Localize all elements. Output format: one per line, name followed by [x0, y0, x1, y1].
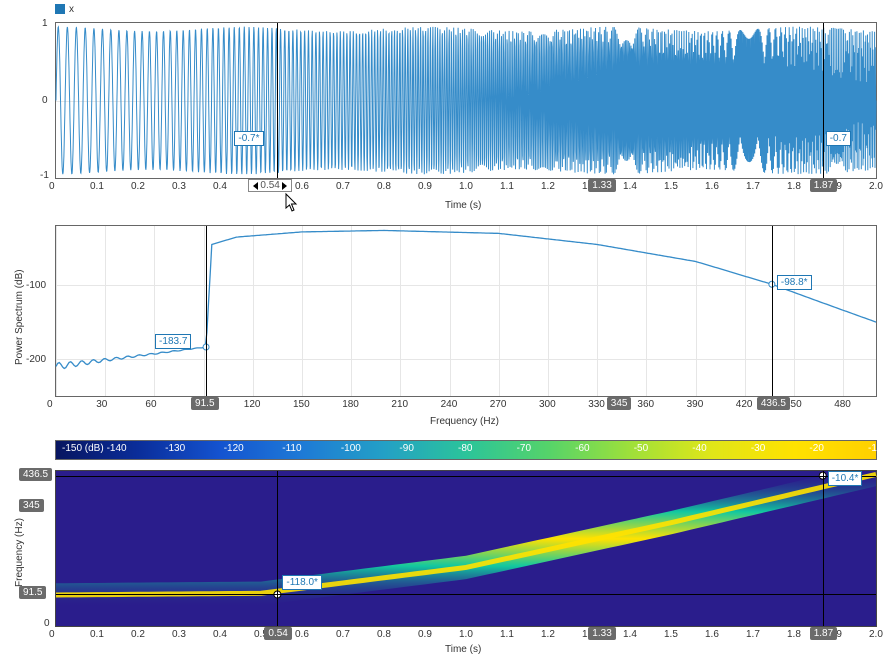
figure-root: x 1 0 -1 00.10.20.30.40.50.60.70.80.91.0… — [0, 0, 896, 661]
axis-tag: 1.33 — [588, 627, 615, 640]
panel-spectrogram: -150 (dB)-140-130-120-110-100-90-80-70-6… — [0, 432, 896, 660]
pan-left-icon[interactable] — [253, 182, 258, 190]
ytick: -200 — [26, 354, 46, 365]
axis-tag: 345 — [607, 397, 632, 410]
axis-tag: 1.87 — [810, 627, 837, 640]
axis-tag-y: 436.5 — [19, 468, 52, 481]
ytick: -1 — [40, 170, 49, 181]
legend-swatch — [55, 4, 65, 14]
freq-cursor-2[interactable] — [772, 226, 773, 396]
axis-tag-y: 91.5 — [19, 586, 46, 599]
legend-label: x — [69, 4, 74, 15]
time-cursor-2[interactable] — [823, 471, 824, 626]
panel-time-signal: x 1 0 -1 00.10.20.30.40.50.60.70.80.91.0… — [0, 0, 896, 215]
axis-tag: 1.33 — [588, 179, 615, 192]
time-cursor-2[interactable] — [823, 23, 824, 178]
freq-cursor-2[interactable] — [56, 476, 876, 477]
axis-tag: 436.5 — [757, 397, 790, 410]
axis-tag: 0.54 — [264, 627, 291, 640]
freq-cursor-1[interactable] — [206, 226, 207, 396]
ylabel-power: Power Spectrum (dB) — [14, 269, 25, 365]
legend: x — [55, 4, 74, 15]
data-tip[interactable]: -98.8* — [777, 275, 812, 290]
time-cursor-1[interactable] — [277, 23, 278, 178]
x-panner[interactable]: 0.54 — [248, 179, 291, 192]
colorbar[interactable]: -150 (dB)-140-130-120-110-100-90-80-70-6… — [55, 440, 877, 460]
axis-tag: 91.5 — [191, 397, 218, 410]
data-tip[interactable]: -10.4* — [828, 471, 863, 486]
axes-time[interactable] — [55, 22, 877, 179]
time-cursor-1[interactable] — [277, 471, 278, 626]
data-tip[interactable]: -183.7 — [155, 334, 191, 349]
spectrogram-ridge — [56, 471, 876, 626]
axes-spectrogram[interactable] — [55, 470, 877, 627]
ytick: 0 — [44, 618, 50, 629]
pan-value: 0.54 — [260, 180, 279, 191]
pan-right-icon[interactable] — [282, 182, 287, 190]
waveform — [56, 23, 876, 178]
xlabel-time: Time (s) — [445, 200, 481, 211]
axis-tag-y: 345 — [19, 499, 44, 512]
data-tip[interactable]: -0.7* — [234, 131, 263, 146]
ytick: 1 — [42, 18, 48, 29]
ytick: 0 — [42, 95, 48, 106]
mouse-cursor-icon — [286, 194, 302, 214]
spectrum-line — [56, 226, 876, 396]
ytick: -100 — [26, 280, 46, 291]
freq-cursor-1[interactable] — [56, 594, 876, 595]
data-tip[interactable]: -118.0* — [282, 575, 322, 590]
xlabel-time: Time (s) — [445, 644, 481, 655]
ylabel-freq: Frequency (Hz) — [14, 518, 25, 587]
xlabel-freq: Frequency (Hz) — [430, 416, 499, 427]
axis-tag: 1.87 — [810, 179, 837, 192]
axes-spectrum[interactable] — [55, 225, 877, 397]
panel-power-spectrum: -100 -200 Power Spectrum (dB) 0306090120… — [0, 220, 896, 430]
data-tip[interactable]: -0.7 — [826, 131, 851, 146]
